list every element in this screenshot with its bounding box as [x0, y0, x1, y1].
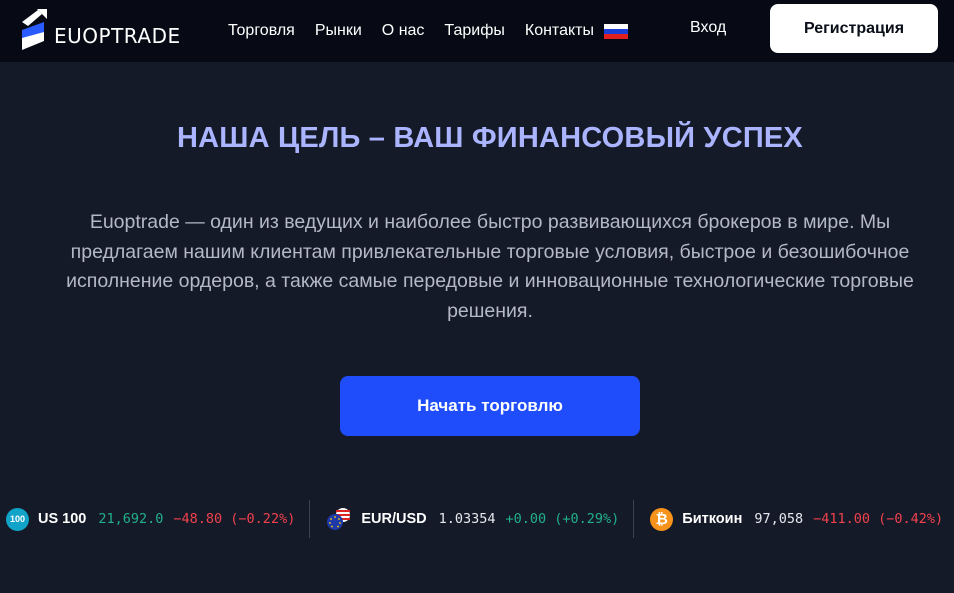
ticker-item-eurusd[interactable]: EUR/USD 1.03354 +0.00 (+0.29%) — [310, 500, 635, 538]
russia-flag-icon[interactable] — [603, 23, 628, 39]
us100-icon: 100 — [6, 507, 29, 531]
nav-item-markets[interactable]: Рынки — [315, 22, 362, 40]
bitcoin-icon: ₿ — [650, 507, 674, 531]
ticker-name: Биткоин — [682, 511, 743, 527]
ticker-change: −48.80 (−0.22%) — [173, 511, 296, 527]
ticker-price: 21,692.0 — [98, 511, 164, 527]
register-button[interactable]: Регистрация — [770, 4, 938, 53]
ticker-price: 1.03354 — [438, 511, 496, 527]
start-trading-button[interactable]: Начать торговлю — [340, 376, 640, 436]
nav-item-contacts[interactable]: Контакты — [525, 22, 594, 40]
hero-description: Euoptrade — один из ведущих и наиболее б… — [66, 211, 914, 322]
brand-logo[interactable]: EUOPTRADE — [20, 6, 195, 54]
ticker-change: +0.00 (+0.29%) — [505, 511, 620, 527]
ticker-item-bitcoin[interactable]: ₿ Биткоин 97,058 −411.00 (−0.42%) — [634, 500, 954, 538]
eur-usd-flags-icon — [326, 508, 352, 531]
main-nav: Торговля Рынки О нас Тарифы Контакты — [228, 0, 628, 62]
ticker-name: EUR/USD — [361, 511, 427, 527]
site-header: EUOPTRADE Торговля Рынки О нас Тарифы Ко… — [0, 0, 954, 62]
ticker-change: −411.00 (−0.42%) — [813, 511, 944, 527]
market-ticker: 100 US 100 21,692.0 −48.80 (−0.22%) EUR/… — [0, 500, 954, 538]
login-link[interactable]: Вход — [690, 19, 726, 37]
hero-title: НАША ЦЕЛЬ – ВАШ ФИНАНСОВЫЙ УСПЕХ — [177, 122, 803, 154]
brand-name: EUOPTRADE — [54, 24, 181, 48]
nav-item-trading[interactable]: Торговля — [228, 22, 295, 40]
nav-item-about[interactable]: О нас — [382, 22, 425, 40]
ticker-price: 97,058 — [754, 511, 804, 527]
logo-mark-icon — [22, 9, 47, 50]
ticker-item-us100[interactable]: 100 US 100 21,692.0 −48.80 (−0.22%) — [0, 500, 311, 538]
page: EUOPTRADE Торговля Рынки О нас Тарифы Ко… — [0, 0, 954, 593]
nav-item-tariffs[interactable]: Тарифы — [444, 22, 504, 40]
ticker-name: US 100 — [38, 511, 87, 527]
